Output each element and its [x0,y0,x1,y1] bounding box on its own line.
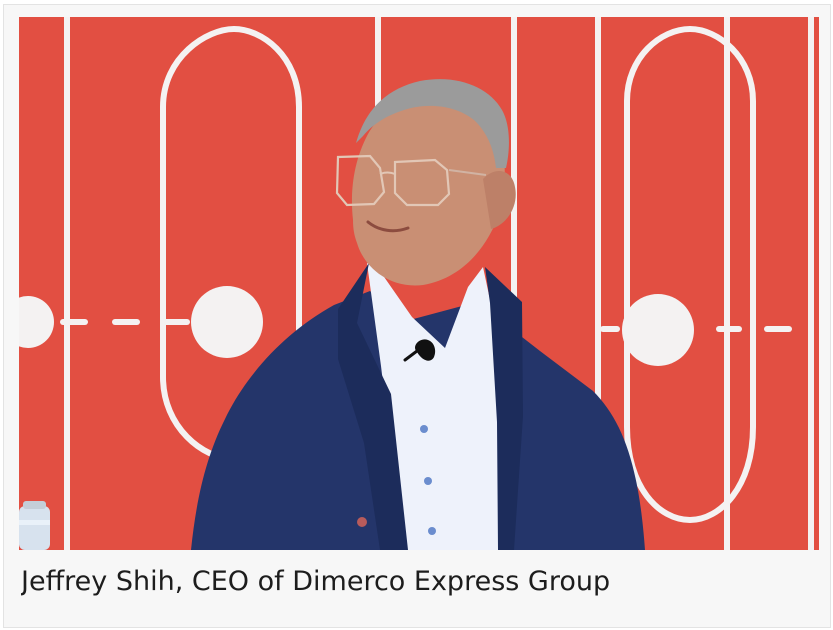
jacket-button [357,517,367,527]
shirt-button [428,527,436,535]
shirt-button [420,425,428,433]
backdrop-dot-right [622,294,694,366]
water-bottle [19,501,50,550]
speaker-photo-illustration [19,17,819,550]
backdrop-dot-center [191,286,263,358]
figure-card: Jeffrey Shih, CEO of Dimerco Express Gro… [3,4,831,628]
shirt-button [424,477,432,485]
photo-caption: Jeffrey Shih, CEO of Dimerco Express Gro… [21,566,611,597]
speaker-photo [19,17,819,550]
